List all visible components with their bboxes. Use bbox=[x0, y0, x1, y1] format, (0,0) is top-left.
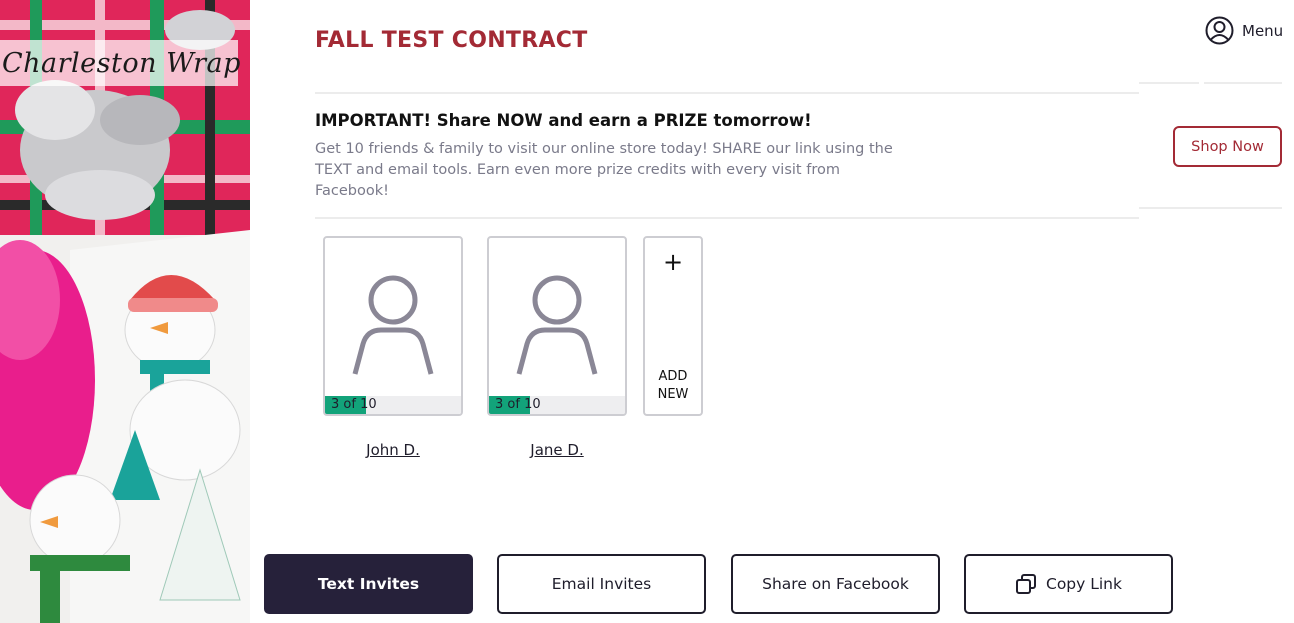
copy-icon bbox=[1016, 574, 1036, 594]
divider bbox=[315, 217, 1139, 219]
brand-logo: Charleston Wrap bbox=[2, 47, 241, 79]
menu-button[interactable]: Menu bbox=[1205, 16, 1283, 45]
member-name-link[interactable]: John D. bbox=[323, 441, 463, 459]
divider bbox=[1204, 82, 1282, 84]
share-facebook-label: Share on Facebook bbox=[762, 575, 909, 593]
divider bbox=[1139, 207, 1282, 209]
user-placeholder-icon bbox=[352, 275, 434, 375]
add-new-button[interactable]: + ADD NEW bbox=[643, 236, 703, 416]
gift-wrap-artwork bbox=[0, 0, 250, 623]
progress-bar: 3 of 10 bbox=[489, 396, 625, 414]
copy-link-label: Copy Link bbox=[1046, 575, 1122, 593]
member-card[interactable]: 3 of 10 bbox=[487, 236, 627, 416]
logo-strip: Charleston Wrap bbox=[0, 40, 241, 86]
copy-link-button[interactable]: Copy Link bbox=[964, 554, 1173, 614]
divider bbox=[315, 92, 1139, 94]
share-facebook-button[interactable]: Share on Facebook bbox=[731, 554, 940, 614]
banner-title: IMPORTANT! Share NOW and earn a PRIZE to… bbox=[315, 111, 812, 130]
text-invites-label: Text Invites bbox=[317, 575, 420, 593]
plus-icon: + bbox=[662, 248, 684, 276]
progress-label: 3 of 10 bbox=[495, 397, 541, 412]
add-new-label: ADD NEW bbox=[657, 369, 689, 402]
progress-label: 3 of 10 bbox=[331, 397, 377, 412]
brand-side-panel: Charleston Wrap bbox=[0, 0, 250, 623]
progress-bar: 3 of 10 bbox=[325, 396, 461, 414]
menu-label: Menu bbox=[1242, 21, 1284, 40]
text-invites-button[interactable]: Text Invites bbox=[264, 554, 473, 614]
user-placeholder-icon bbox=[516, 275, 598, 375]
user-circle-icon bbox=[1205, 16, 1234, 45]
shop-now-button[interactable]: Shop Now bbox=[1173, 126, 1282, 167]
divider bbox=[1139, 82, 1199, 84]
page-title: FALL TEST CONTRACT bbox=[315, 28, 588, 53]
banner-text: Get 10 friends & family to visit our onl… bbox=[315, 141, 893, 199]
email-invites-button[interactable]: Email Invites bbox=[497, 554, 706, 614]
member-card[interactable]: 3 of 10 bbox=[323, 236, 463, 416]
email-invites-label: Email Invites bbox=[551, 575, 652, 593]
member-name-link[interactable]: Jane D. bbox=[487, 441, 627, 459]
